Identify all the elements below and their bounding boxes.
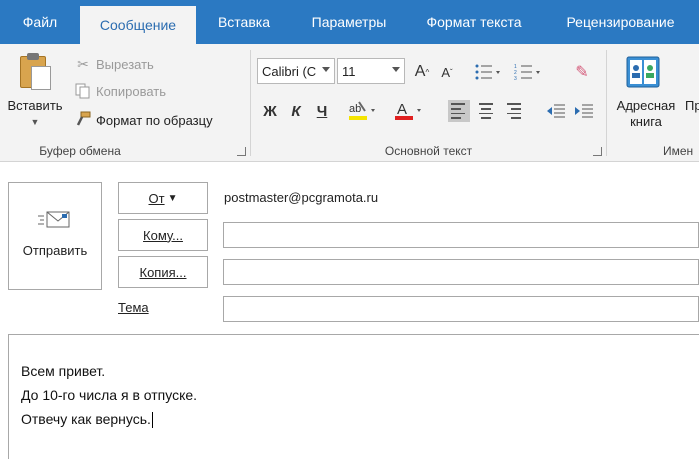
italic-icon[interactable]: К [285, 98, 307, 124]
address-book-button[interactable]: Адресная книга [611, 98, 681, 130]
chevron-down-icon [392, 67, 400, 72]
align-center-icon[interactable] [476, 100, 498, 122]
tab-message[interactable]: Сообщение [80, 6, 196, 44]
bullet-list-icon[interactable] [473, 60, 503, 84]
copy-icon [74, 82, 92, 100]
from-value: postmaster@pcgramota.ru [224, 190, 379, 205]
tab-options[interactable]: Параметры [292, 0, 406, 44]
to-field[interactable] [223, 222, 699, 248]
address-book-icon[interactable] [623, 54, 663, 90]
tab-review[interactable]: Рецензирование [542, 0, 699, 44]
svg-text:ab: ab [349, 103, 361, 115]
body-line: Всем привет. [21, 363, 106, 379]
message-body[interactable]: Всем привет. До 10-го числа я в отпуске.… [8, 334, 699, 459]
ribbon-tab-bar: Файл Сообщение Вставка Параметры Формат … [0, 0, 699, 44]
copy-button[interactable]: Копировать [74, 79, 166, 103]
chevron-down-icon: ▼ [30, 117, 40, 127]
basic-text-group: Calibri (С 11 A ^ Aˇ 123 ✎ Ж К Ч ab A Ос… [251, 44, 606, 162]
numbered-list-icon[interactable]: 123 [513, 60, 543, 84]
cut-label: Вырезать [96, 56, 154, 72]
increase-indent-icon[interactable] [572, 100, 596, 122]
grow-font-icon[interactable]: A ^ [411, 60, 433, 84]
tab-file[interactable]: Файл [0, 0, 80, 44]
body-line: До 10-го числа я в отпуске. [21, 387, 198, 403]
text-cursor [151, 412, 153, 429]
svg-text:A: A [397, 101, 407, 118]
basic-text-group-label: Основной текст [384, 144, 473, 158]
names-group: Адресная книга Пр Имен [607, 44, 699, 162]
scissors-icon: ✂ [77, 55, 89, 72]
cc-button[interactable]: Копия... [118, 256, 208, 288]
clipboard-group: Вставить ▼ ✂ Вырезать Копировать Формат … [0, 44, 250, 162]
align-right-icon[interactable] [504, 100, 526, 122]
ribbon: Вставить ▼ ✂ Вырезать Копировать Формат … [0, 44, 699, 162]
clipboard-group-label: Буфер обмена [39, 144, 121, 158]
from-label: От [148, 190, 165, 206]
cc-label: Копия... [139, 264, 187, 280]
to-label: Кому... [143, 227, 183, 243]
address-book-label-2: книга [630, 114, 662, 129]
address-book-label: Адресная [616, 98, 676, 113]
bold-icon[interactable]: Ж [259, 98, 281, 124]
format-painter-label: Формат по образцу [96, 112, 213, 128]
cc-field[interactable] [223, 259, 699, 285]
format-painter-button[interactable]: Формат по образцу [74, 108, 213, 132]
from-button[interactable]: От ▼ [118, 182, 208, 214]
chevron-down-icon [322, 67, 330, 72]
font-name-combo[interactable]: Calibri (С [257, 58, 335, 84]
font-name-value: Calibri (С [262, 63, 317, 79]
copy-label: Копировать [96, 83, 166, 99]
send-label: Отправить [22, 243, 88, 258]
subject-label: Тема [118, 300, 149, 315]
check-names-button[interactable]: Пр [685, 98, 699, 113]
dialog-launcher-icon[interactable] [593, 147, 602, 156]
tab-format-text[interactable]: Формат текста [406, 0, 542, 44]
highlight-color-icon[interactable]: ab [345, 98, 379, 124]
decrease-indent-icon[interactable] [544, 100, 568, 122]
cut-button[interactable]: ✂ Вырезать [74, 52, 154, 76]
brush-icon [74, 111, 92, 129]
paste-button[interactable]: Вставить ▼ [2, 48, 68, 136]
align-left-icon[interactable] [448, 100, 470, 122]
font-color-icon[interactable]: A [391, 98, 425, 124]
tab-insert[interactable]: Вставка [196, 0, 292, 44]
send-button[interactable]: Отправить [8, 182, 102, 290]
chevron-down-icon: ▼ [167, 192, 178, 204]
clear-formatting-icon[interactable]: ✎ [571, 60, 593, 84]
dialog-launcher-icon[interactable] [237, 147, 246, 156]
font-size-value: 11 [342, 63, 356, 79]
send-envelope-icon [38, 209, 72, 231]
paste-label: Вставить [7, 98, 63, 113]
to-button[interactable]: Кому... [118, 219, 208, 251]
clipboard-paste-icon [18, 52, 52, 92]
underline-icon[interactable]: Ч [311, 98, 333, 124]
font-size-combo[interactable]: 11 [337, 58, 405, 84]
svg-text:3: 3 [514, 76, 517, 81]
shrink-font-icon[interactable]: Aˇ [437, 60, 457, 84]
subject-field[interactable] [223, 296, 699, 322]
names-group-label: Имен [663, 144, 694, 158]
body-line: Отвечу как вернусь. [21, 411, 153, 429]
